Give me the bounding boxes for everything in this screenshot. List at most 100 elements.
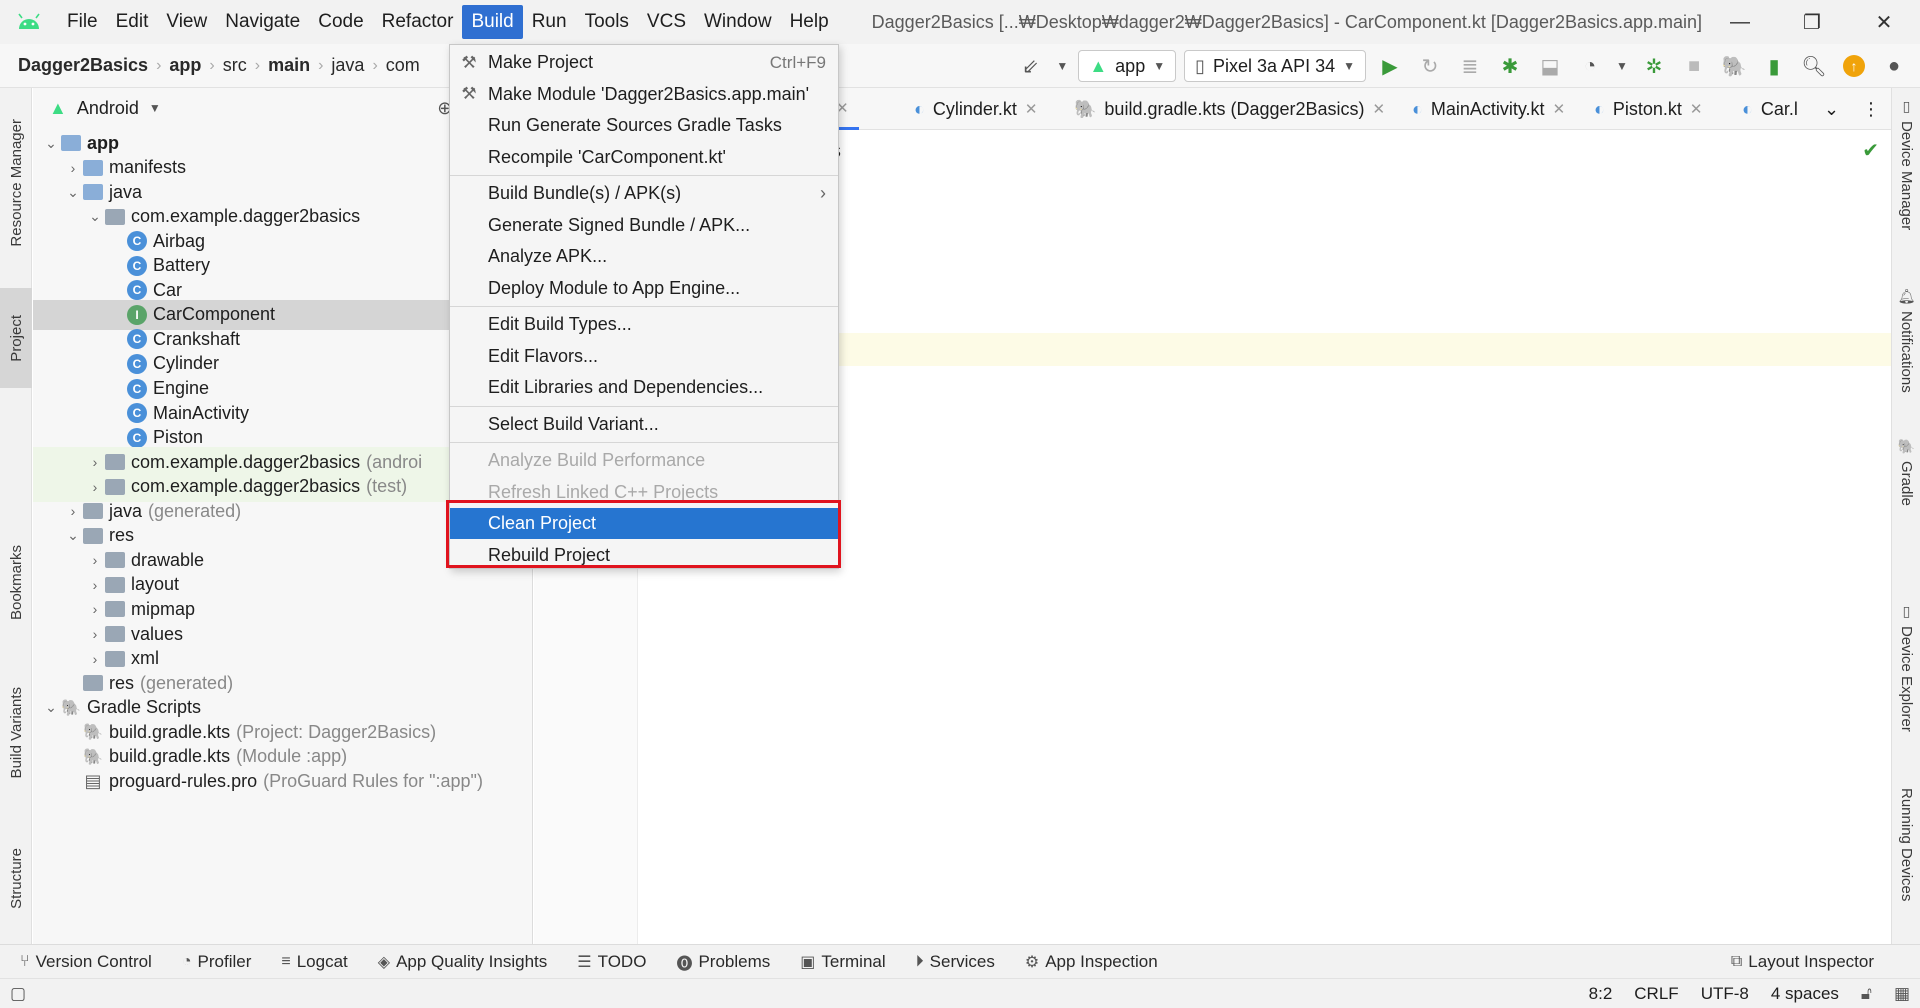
breadcrumb-item[interactable]: src <box>223 55 247 76</box>
minimize-icon[interactable]: — <box>1704 0 1776 44</box>
chevron-down-icon[interactable]: ▼ <box>1054 50 1070 82</box>
tool-tab-structure[interactable]: Structure <box>0 828 32 928</box>
menu-item-edit-libraries-and-dependencies[interactable]: Edit Libraries and Dependencies... <box>450 372 838 403</box>
menu-tools[interactable]: Tools <box>576 5 638 39</box>
apply-changes-icon[interactable]: ↻ <box>1414 50 1446 82</box>
chevron-down-icon[interactable]: ⌄ <box>41 699 61 716</box>
tool-tab-running-devices[interactable]: Running Devices <box>1892 788 1920 901</box>
memory-indicator-icon[interactable]: ▦ <box>1894 984 1910 1004</box>
menu-file[interactable]: File <box>58 5 107 39</box>
menu-item-recompile-carcomponent-kt[interactable]: Recompile 'CarComponent.kt' <box>450 142 838 173</box>
tool-tab-layout-inspector[interactable]: ⧉ Layout Inspector <box>1721 952 1884 972</box>
menu-refactor[interactable]: Refactor <box>373 5 463 39</box>
lock-icon[interactable]: 🔓︎ <box>1861 984 1872 1004</box>
chevron-right-icon[interactable]: › <box>85 479 105 495</box>
chevron-right-icon[interactable]: › <box>85 577 105 593</box>
tool-tab-logcat[interactable]: ≡ Logcat <box>271 952 357 972</box>
breadcrumb-item[interactable]: Dagger2Basics <box>18 55 148 76</box>
search-icon[interactable]: 🔍︎ <box>1798 50 1830 82</box>
tool-tab-services[interactable]: ⏵ Services <box>906 952 1005 972</box>
gradle-sync-icon[interactable]: 🐘 <box>1718 50 1750 82</box>
breadcrumb-item[interactable]: com <box>386 55 420 76</box>
menu-item-make-project[interactable]: ⚒ Make Project Ctrl+F9 <box>450 47 838 78</box>
menu-help[interactable]: Help <box>781 5 838 39</box>
chevron-right-icon[interactable]: › <box>63 160 83 176</box>
menu-item-analyze-apk[interactable]: Analyze APK... <box>450 241 838 272</box>
tool-tab-resource-manager[interactable]: Resource Manager <box>0 98 32 268</box>
update-icon[interactable]: ↑ <box>1838 50 1870 82</box>
editor-tab[interactable]: ◐ Car.l <box>1732 88 1808 130</box>
tool-tab-todo[interactable]: ☰ TODO <box>567 952 656 972</box>
chevron-right-icon[interactable]: › <box>85 626 105 642</box>
menu-build[interactable]: Build <box>462 5 523 39</box>
vcs-update-icon[interactable]: ⇙ <box>1014 50 1046 82</box>
chevron-down-icon[interactable]: ⌄ <box>63 184 83 201</box>
menu-item-build-bundle-s-apk-s[interactable]: Build Bundle(s) / APK(s) › <box>450 178 838 209</box>
indent-setting[interactable]: 4 spaces <box>1771 984 1839 1004</box>
project-view-select[interactable]: Android <box>77 98 139 119</box>
tree-item[interactable]: ▤ proguard-rules.pro (ProGuard Rules for "… <box>33 766 532 796</box>
menu-window[interactable]: Window <box>695 5 781 39</box>
file-encoding[interactable]: UTF-8 <box>1701 984 1749 1004</box>
menu-edit[interactable]: Edit <box>107 5 158 39</box>
toggle-tool-windows-icon[interactable]: ▢ <box>10 984 26 1004</box>
stop-icon[interactable]: ■ <box>1678 50 1710 82</box>
close-icon[interactable]: ✕ <box>1373 100 1386 118</box>
close-icon[interactable]: ✕ <box>1025 100 1038 118</box>
run-icon[interactable]: ▶ <box>1374 50 1406 82</box>
tool-tab-app-quality-insights[interactable]: ◈ App Quality Insights <box>368 952 558 972</box>
breadcrumb-item[interactable]: java <box>331 55 364 76</box>
tool-tab-build-variants[interactable]: Build Variants <box>0 668 32 798</box>
run-configuration-select[interactable]: ▲ app ▼ <box>1078 50 1177 82</box>
tool-tab-app-inspection[interactable]: ⚙ App Inspection <box>1015 952 1168 972</box>
device-manager-icon[interactable]: ▮ <box>1758 50 1790 82</box>
tool-tab-problems[interactable]: ⓿ Problems <box>666 950 780 974</box>
menu-item-select-build-variant[interactable]: Select Build Variant... <box>450 409 838 440</box>
tool-tab-terminal[interactable]: ▣ Terminal <box>790 952 895 972</box>
tool-tab-notifications[interactable]: 🔔︎ Notifications <box>1892 288 1920 393</box>
chevron-right-icon[interactable]: › <box>63 503 83 519</box>
close-icon[interactable]: ✕ <box>1553 100 1566 118</box>
menu-item-run-generate-sources-gradle-tasks[interactable]: Run Generate Sources Gradle Tasks <box>450 110 838 141</box>
close-icon[interactable]: ✕ <box>1848 0 1920 44</box>
more-options-icon[interactable]: ⋮ <box>1852 88 1890 130</box>
editor-tab[interactable]: 🐘 build.gradle.kts (Dagger2Basics) ✕ <box>1064 88 1395 130</box>
chevron-down-icon[interactable]: ▼ <box>1614 50 1630 82</box>
chevron-down-icon[interactable]: ⌄ <box>41 135 61 152</box>
attach-debugger-icon[interactable]: ⬓ <box>1534 50 1566 82</box>
line-separator[interactable]: CRLF <box>1634 984 1678 1004</box>
chevron-right-icon[interactable]: › <box>85 552 105 568</box>
menu-code[interactable]: Code <box>309 5 372 39</box>
caret-position[interactable]: 8:2 <box>1589 984 1613 1004</box>
debug-icon[interactable]: ✱ <box>1494 50 1526 82</box>
chevron-down-icon[interactable]: ⌄ <box>63 527 83 544</box>
menu-vcs[interactable]: VCS <box>638 5 695 39</box>
tool-tab-device-manager[interactable]: ▯ Device Manager <box>1892 98 1920 230</box>
menu-item-edit-build-types[interactable]: Edit Build Types... <box>450 309 838 340</box>
menu-view[interactable]: View <box>157 5 216 39</box>
tool-tab-device-explorer[interactable]: ▯ Device Explorer <box>1892 603 1920 732</box>
close-icon[interactable]: ✕ <box>1690 100 1703 118</box>
menu-run[interactable]: Run <box>523 5 576 39</box>
tool-tab-bookmarks[interactable]: Bookmarks <box>0 528 32 638</box>
restore-icon[interactable]: ❐ <box>1776 0 1848 44</box>
apply-code-changes-icon[interactable]: ≣ <box>1454 50 1486 82</box>
editor-tab[interactable]: ◐ MainActivity.kt ✕ <box>1402 88 1575 130</box>
no-problems-check-icon[interactable]: ✔ <box>1862 138 1879 163</box>
breadcrumb-item[interactable]: main <box>268 55 310 76</box>
menu-item-generate-signed-bundle-apk[interactable]: Generate Signed Bundle / APK... <box>450 210 838 241</box>
device-select[interactable]: ▯ Pixel 3a API 34 ▼ <box>1184 50 1366 82</box>
tab-overflow-chevron-icon[interactable]: ⌄ <box>1814 88 1849 130</box>
menu-item-deploy-module-to-app-engine[interactable]: Deploy Module to App Engine... <box>450 273 838 304</box>
menu-item-make-module-dagger2basics-app-main[interactable]: ⚒ Make Module 'Dagger2Basics.app.main' <box>450 79 838 110</box>
chevron-right-icon[interactable]: › <box>85 651 105 667</box>
tool-tab-profiler[interactable]: ◔ Profiler <box>172 952 262 972</box>
breadcrumb-item[interactable]: app <box>169 55 201 76</box>
tool-tab-gradle[interactable]: 🐘 Gradle <box>1892 438 1920 506</box>
menu-navigate[interactable]: Navigate <box>216 5 309 39</box>
tool-tab-project[interactable]: Project <box>0 288 32 388</box>
editor-tab[interactable]: ◐ Cylinder.kt ✕ <box>904 88 1048 130</box>
tool-tab-version-control[interactable]: ⑂ Version Control <box>10 952 162 972</box>
editor-tab[interactable]: ◐ Piston.kt ✕ <box>1584 88 1712 130</box>
menu-item-edit-flavors[interactable]: Edit Flavors... <box>450 341 838 372</box>
